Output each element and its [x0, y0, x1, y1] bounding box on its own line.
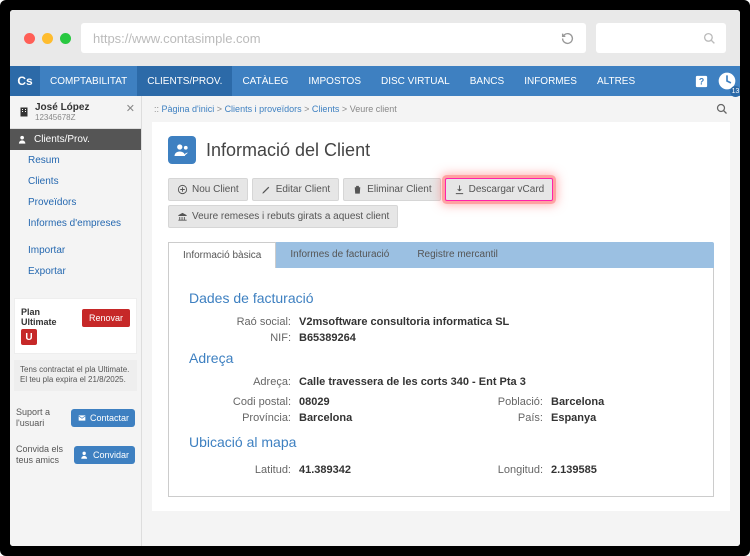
browser-search[interactable]	[596, 23, 726, 53]
section-billing-header: Dades de facturació	[189, 290, 693, 306]
breadcrumb-clients[interactable]: Clients	[312, 104, 340, 114]
value-address: Calle travessera de les corts 340 - Ent …	[299, 376, 526, 388]
tab-mercantil[interactable]: Registre mercantil	[403, 242, 512, 268]
nav-cataleg[interactable]: CATÀLEG	[232, 66, 298, 96]
app-logo[interactable]: Cs	[10, 66, 40, 96]
invite-button[interactable]: Convidar	[74, 446, 135, 464]
nav-altres[interactable]: ALTRES	[587, 66, 645, 96]
breadcrumb: :: Pàgina d'inici > Clients i proveïdors…	[142, 96, 740, 122]
clients-icon	[168, 136, 196, 164]
user-name: José López	[35, 102, 89, 113]
trash-icon	[352, 184, 363, 195]
breadcrumb-home[interactable]: Pàgina d'inici	[162, 104, 215, 114]
breadcrumb-search-icon[interactable]	[716, 103, 728, 115]
value-city: Barcelona	[551, 396, 604, 408]
new-client-button[interactable]: Nou Client	[168, 178, 248, 201]
value-postal-code: 08029	[299, 396, 330, 408]
people-plus-icon	[80, 450, 90, 460]
support-label: Suport a l'usuari	[16, 407, 71, 429]
download-vcard-button[interactable]: Descargar vCard	[445, 178, 554, 201]
sidebar-section-header: Clients/Prov.	[10, 129, 141, 150]
bank-icon	[177, 211, 188, 222]
url-bar[interactable]: https://www.contasimple.com	[81, 23, 586, 53]
sidebar: José López 12345678Z ✕ Clients/Prov. Res…	[10, 96, 142, 546]
nav-impostos[interactable]: IMPOSTOS	[298, 66, 371, 96]
section-map-header: Ubicació al mapa	[189, 434, 693, 450]
label-address: Adreça:	[189, 376, 299, 388]
label-longitude: Longitud:	[441, 464, 551, 476]
edit-client-button[interactable]: Editar Client	[252, 178, 339, 201]
nav-informes[interactable]: INFORMES	[514, 66, 587, 96]
tabs: Informació bàsica Informes de facturació…	[168, 242, 714, 268]
value-longitude: 2.139585	[551, 464, 597, 476]
sidebar-item-importar[interactable]: Importar	[10, 240, 141, 261]
tab-billing-reports[interactable]: Informes de facturació	[276, 242, 403, 268]
nav-disc-virtual[interactable]: DISC VIRTUAL	[371, 66, 460, 96]
invite-row: Convida els teus amics Convidar	[10, 436, 141, 474]
sidebar-item-clients[interactable]: Clients	[10, 171, 141, 192]
sidebar-item-exportar[interactable]: Exportar	[10, 261, 141, 282]
value-nif: B65389264	[299, 332, 356, 344]
help-icon[interactable]: ?	[688, 66, 714, 96]
breadcrumb-clients-prov[interactable]: Clients i proveïdors	[225, 104, 302, 114]
label-nif: NIF:	[189, 332, 299, 344]
user-block[interactable]: José López 12345678Z ✕	[10, 96, 141, 129]
page-title: Informació del Client	[206, 140, 370, 161]
value-rao-social: V2msoftware consultoria informatica SL	[299, 316, 509, 328]
download-icon	[454, 184, 465, 195]
label-postal-code: Codi postal:	[189, 396, 299, 408]
delete-client-button[interactable]: Eliminar Client	[343, 178, 440, 201]
label-rao-social: Raó social:	[189, 316, 299, 328]
toolbar: Nou Client Editar Client Eliminar Client…	[168, 178, 714, 228]
plan-label: Plan	[21, 307, 40, 317]
collapse-sidebar-icon[interactable]: ✕	[126, 102, 135, 115]
tab-panel: Dades de facturació Raó social: V2msoftw…	[168, 268, 714, 497]
label-city: Població:	[441, 396, 551, 408]
building-icon	[18, 106, 30, 118]
notification-count: 13	[730, 86, 740, 97]
notifications-clock-icon[interactable]: 13	[714, 66, 740, 96]
view-remits-button[interactable]: Veure remeses i rebuts girats a aquest c…	[168, 205, 398, 228]
window-controls	[24, 33, 71, 44]
value-latitude: 41.389342	[299, 464, 351, 476]
support-row: Suport a l'usuari Contactar	[10, 399, 141, 437]
plan-name: Ultimate	[21, 317, 57, 327]
plan-box: Plan Ultimate U Renovar	[14, 298, 137, 354]
label-latitude: Latitud:	[189, 464, 299, 476]
sidebar-item-resum[interactable]: Resum	[10, 150, 141, 171]
value-country: Espanya	[551, 412, 596, 424]
breadcrumb-current: Veure client	[350, 104, 397, 114]
main-content: :: Pàgina d'inici > Clients i proveïdors…	[142, 96, 740, 546]
plan-badge: U	[21, 329, 37, 345]
close-window-icon[interactable]	[24, 33, 35, 44]
plan-expiry-note: Tens contractat el pla Ultimate. El teu …	[14, 360, 137, 391]
contact-support-button[interactable]: Contactar	[71, 409, 135, 427]
sidebar-item-proveidors[interactable]: Proveïdors	[10, 192, 141, 213]
value-province: Barcelona	[299, 412, 352, 424]
renew-button[interactable]: Renovar	[82, 309, 130, 327]
browser-chrome: https://www.contasimple.com	[10, 10, 740, 66]
svg-text:?: ?	[698, 76, 703, 86]
nav-bancs[interactable]: BANCS	[460, 66, 514, 96]
minimize-window-icon[interactable]	[42, 33, 53, 44]
people-icon	[18, 134, 29, 145]
tab-basic-info[interactable]: Informació bàsica	[168, 242, 276, 268]
reload-icon[interactable]	[561, 32, 574, 45]
plus-circle-icon	[177, 184, 188, 195]
nav-comptabilitat[interactable]: COMPTABILITAT	[40, 66, 137, 96]
maximize-window-icon[interactable]	[60, 33, 71, 44]
invite-label: Convida els teus amics	[16, 444, 74, 466]
user-id: 12345678Z	[35, 113, 89, 122]
content-card: Informació del Client Nou Client Editar …	[152, 122, 730, 511]
label-country: País:	[441, 412, 551, 424]
section-address-header: Adreça	[189, 350, 693, 366]
nav-clients-prov[interactable]: CLIENTS/PROV.	[137, 66, 232, 96]
mail-icon	[77, 414, 87, 422]
label-province: Província:	[189, 412, 299, 424]
url-text: https://www.contasimple.com	[93, 31, 261, 46]
pencil-icon	[261, 184, 272, 195]
sidebar-item-informes-empreses[interactable]: Informes d'empreses	[10, 213, 141, 234]
top-nav: Cs COMPTABILITAT CLIENTS/PROV. CATÀLEG I…	[10, 66, 740, 96]
